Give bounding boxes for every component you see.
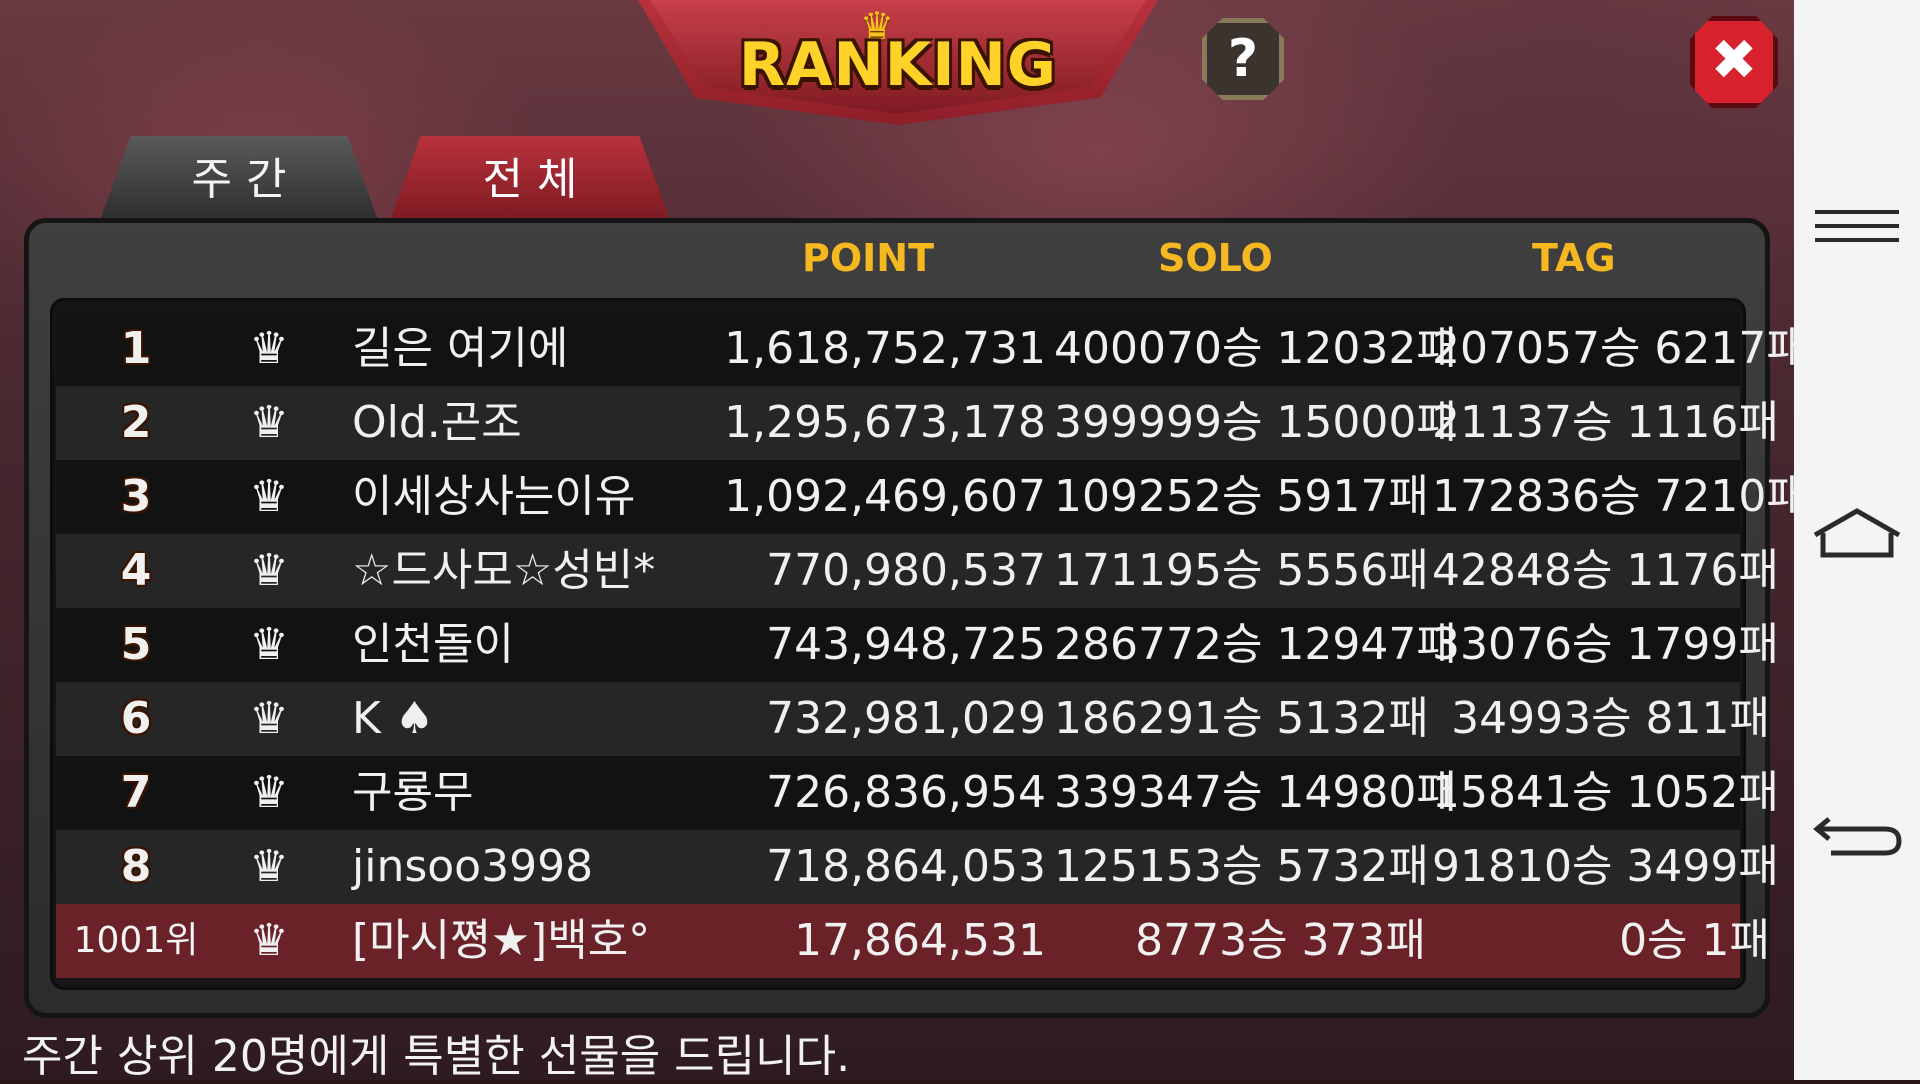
- table-row[interactable]: 7 ♛ 구룡무 726,836,954 339347승 14980패 15841…: [56, 756, 1779, 830]
- rank-number: 2: [120, 397, 152, 448]
- column-header-tag: TAG: [1532, 236, 1616, 280]
- player-point: 1,092,469,607: [724, 471, 1046, 522]
- table-row[interactable]: 3 ♛ 이세상사는이유 1,092,469,607 109252승 5917패 …: [56, 460, 1807, 534]
- my-player-name: [마시쪙★]백호°: [352, 915, 651, 966]
- player-point: 732,981,029: [766, 693, 1046, 744]
- table-row[interactable]: 8 ♛ jinsoo3998 718,864,053 125153승 5732패…: [56, 830, 1779, 904]
- my-rank-number: 1001위: [73, 920, 199, 961]
- close-button[interactable]: ✖: [1690, 16, 1778, 108]
- my-player-point: 17,864,531: [794, 915, 1046, 966]
- player-solo: 286772승 12947패: [1054, 619, 1457, 670]
- rank-number: 3: [120, 471, 152, 522]
- player-point: 1,295,673,178: [724, 397, 1046, 448]
- rank-number: 1: [120, 323, 152, 374]
- table-row[interactable]: 1 ♛ 길은 여기에 1,618,752,731 400070승 12032패 …: [56, 312, 1807, 386]
- menu-icon[interactable]: [1809, 200, 1905, 270]
- table-row[interactable]: 5 ♛ 인천돌이 743,948,725 286772승 12947패 3307…: [56, 608, 1779, 682]
- player-tag: 21137승 1116패: [1432, 397, 1779, 448]
- player-name: jinsoo3998: [352, 841, 594, 892]
- player-tag: 42848승 1176패: [1432, 545, 1779, 596]
- column-header-point: POINT: [802, 236, 935, 280]
- silver-crown-icon: ♛: [249, 767, 289, 818]
- rank-number: 6: [120, 693, 152, 744]
- player-solo: 339347승 14980패: [1054, 767, 1457, 818]
- my-player-tag: 0승 1패: [1619, 915, 1770, 966]
- player-solo: 399999승 15000패: [1054, 397, 1457, 448]
- silver-crown-icon: ♛: [249, 397, 289, 448]
- table-row[interactable]: 2 ♛ Old.곤조 1,295,673,178 399999승 15000패 …: [56, 386, 1779, 460]
- player-name: 길은 여기에: [352, 323, 569, 374]
- player-name: 인천돌이: [352, 619, 514, 670]
- player-solo: 400070승 12032패: [1054, 323, 1457, 374]
- rank-number: 5: [120, 619, 152, 670]
- player-solo: 125153승 5732패: [1054, 841, 1429, 892]
- rank-number: 7: [120, 767, 152, 818]
- player-tag: 91810승 3499패: [1432, 841, 1779, 892]
- table-row[interactable]: 4 ♛ ☆드사모☆성빈* 770,980,537 171195승 5556패 4…: [56, 534, 1779, 608]
- my-player-solo: 8773승 373패: [1135, 915, 1426, 966]
- rank-number: 4: [120, 545, 152, 596]
- android-nav-bar: [1794, 0, 1920, 1080]
- silver-crown-icon: ♛: [249, 841, 289, 892]
- player-name: 이세상사는이유: [352, 471, 636, 522]
- player-point: 726,836,954: [766, 767, 1046, 818]
- home-icon[interactable]: [1809, 505, 1905, 575]
- column-header-solo: SOLO: [1158, 236, 1273, 280]
- player-name: ☆드사모☆성빈*: [352, 545, 656, 596]
- player-solo: 186291승 5132패: [1054, 693, 1429, 744]
- player-point: 1,618,752,731: [724, 323, 1046, 374]
- silver-crown-icon: ♛: [249, 693, 289, 744]
- tab-all[interactable]: 전 체: [390, 136, 670, 220]
- player-tag: 34993승 811패: [1451, 693, 1770, 744]
- page-title: RANKING: [738, 30, 1058, 100]
- silver-crown-icon: ♛: [249, 545, 289, 596]
- silver-crown-icon: ♛: [249, 471, 289, 522]
- player-tag: 172836승 7210패: [1432, 471, 1807, 522]
- player-name: Old.곤조: [352, 397, 522, 448]
- player-solo: 171195승 5556패: [1054, 545, 1429, 596]
- player-tag: 207057승 6217패: [1432, 323, 1807, 374]
- player-solo: 109252승 5917패: [1054, 471, 1429, 522]
- tab-weekly[interactable]: 주 간: [100, 136, 378, 220]
- player-point: 718,864,053: [766, 841, 1046, 892]
- gold-crown-icon: ♛: [249, 323, 289, 374]
- player-name: 구룡무: [352, 767, 474, 818]
- help-button[interactable]: ?: [1202, 18, 1284, 100]
- player-tag: 33076승 1799패: [1432, 619, 1779, 670]
- silver-crown-icon: ♛: [249, 619, 289, 670]
- rank-number: 8: [120, 841, 152, 892]
- table-row[interactable]: 6 ♛ K ♠ 732,981,029 186291승 5132패 34993승…: [56, 682, 1770, 756]
- my-rank-row[interactable]: 1001위 ♛ [마시쪙★]백호° 17,864,531 8773승 373패 …: [56, 904, 1770, 978]
- player-point: 770,980,537: [766, 545, 1046, 596]
- player-point: 743,948,725: [766, 619, 1046, 670]
- reward-notice: 주간 상위 20명에게 특별한 선물을 드립니다.: [22, 1031, 851, 1082]
- player-tag: 15841승 1052패: [1432, 767, 1779, 818]
- bronze-crown-icon: ♛: [249, 915, 289, 966]
- back-icon[interactable]: [1809, 805, 1905, 875]
- player-name: K ♠: [352, 693, 435, 744]
